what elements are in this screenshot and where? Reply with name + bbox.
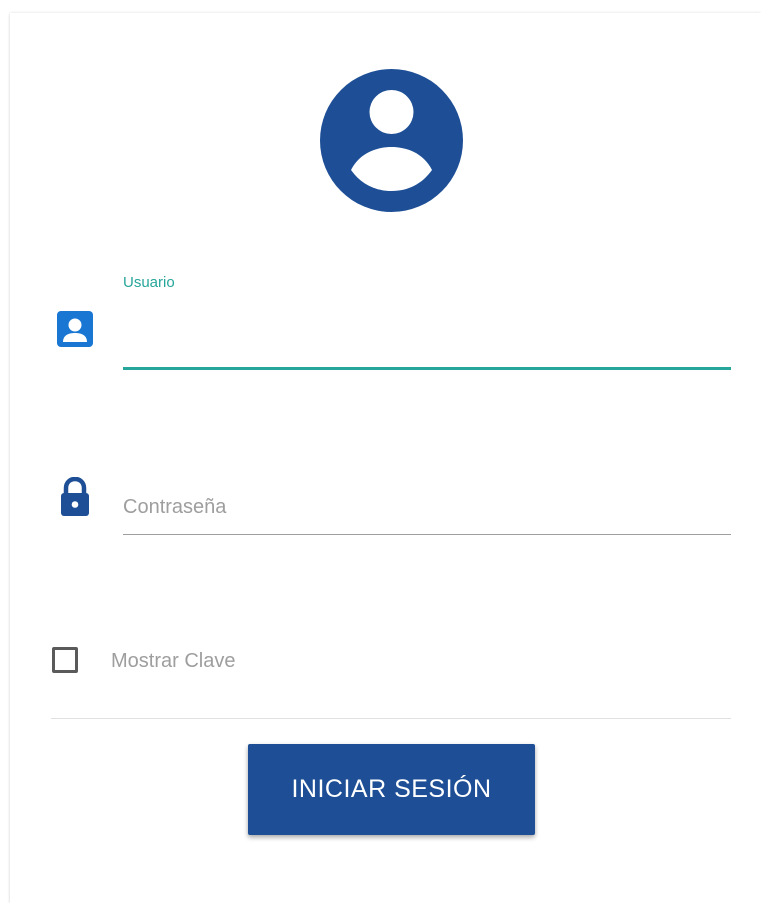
account-box-icon [57,311,93,347]
login-button[interactable]: INICIAR SESIÓN [248,744,535,835]
password-input[interactable] [123,480,731,535]
lock-icon [61,477,89,516]
show-password-label[interactable]: Mostrar Clave [111,650,235,673]
username-label: Usuario [123,274,175,291]
show-password-checkbox[interactable] [52,647,78,673]
account-circle-icon [320,69,463,212]
divider [51,718,731,719]
username-input[interactable] [123,315,731,370]
